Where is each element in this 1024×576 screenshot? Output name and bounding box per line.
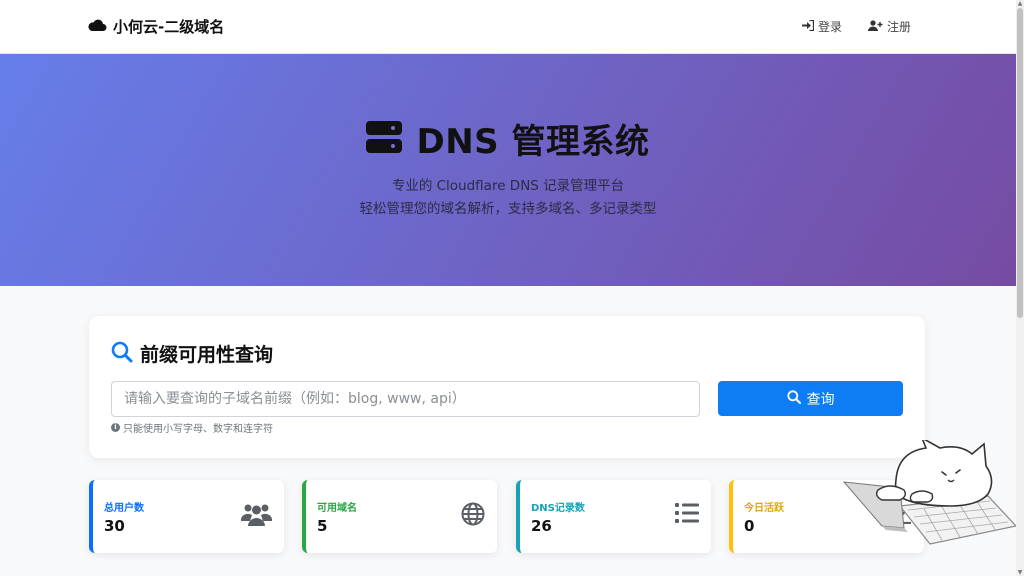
hint-text: 只能使用小写字母、数字和连字符 bbox=[123, 424, 273, 435]
stat-value: 26 bbox=[531, 517, 552, 535]
prefix-search-card: 前缀可用性查询 查询 i 只能使用小写字母、数字和连字符 bbox=[89, 316, 925, 458]
list-icon bbox=[675, 502, 699, 528]
card-title: 前缀可用性查询 bbox=[140, 344, 274, 366]
page-scrollbar[interactable]: ▲ ▼ bbox=[1016, 0, 1024, 576]
server-icon bbox=[366, 120, 403, 157]
cloud-icon bbox=[87, 17, 107, 36]
stat-value: 0 bbox=[744, 517, 755, 535]
hero-banner: DNS 管理系统 专业的 Cloudflare DNS 记录管理平台 轻松管理您… bbox=[0, 54, 1016, 286]
register-link[interactable]: 注册 bbox=[867, 18, 911, 35]
stat-label: 可用域名 bbox=[317, 503, 357, 514]
prefix-search-input[interactable] bbox=[111, 381, 700, 417]
brand-name: 小何云-二级域名 bbox=[113, 18, 225, 36]
scrollbar-thumb[interactable] bbox=[1017, 8, 1023, 318]
search-icon bbox=[111, 341, 133, 367]
user-plus-icon bbox=[867, 19, 883, 34]
scroll-down-arrow-icon[interactable]: ▼ bbox=[1016, 569, 1024, 576]
hero-title: DNS 管理系统 bbox=[416, 122, 650, 162]
stat-value: 30 bbox=[104, 517, 125, 535]
hero-subtitle-line2: 轻松管理您的域名解析，支持多域名、多记录类型 bbox=[359, 201, 657, 217]
scroll-up-arrow-icon[interactable]: ▲ bbox=[1016, 0, 1024, 7]
stat-label: 今日活跃 bbox=[744, 503, 784, 514]
stat-card-users: 总用户数 30 bbox=[89, 480, 284, 553]
login-link[interactable]: 登录 bbox=[801, 18, 842, 35]
hero-subtitle-line1: 专业的 Cloudflare DNS 记录管理平台 bbox=[391, 178, 625, 194]
search-button[interactable]: 查询 bbox=[718, 381, 903, 416]
globe-icon bbox=[461, 502, 485, 530]
login-label: 登录 bbox=[817, 20, 842, 34]
stat-card-domains: 可用域名 5 bbox=[302, 480, 497, 553]
input-hint: i 只能使用小写字母、数字和连字符 bbox=[111, 420, 273, 435]
register-label: 注册 bbox=[886, 20, 911, 34]
info-icon: i bbox=[111, 423, 120, 432]
stat-value: 5 bbox=[317, 517, 328, 535]
cat-keyboard-mascot-icon bbox=[838, 436, 1018, 550]
stat-label: DNS记录数 bbox=[531, 503, 585, 514]
navbar: 小何云-二级域名 登录 注册 bbox=[0, 0, 1016, 54]
users-icon bbox=[241, 502, 272, 530]
search-button-label: 查询 bbox=[806, 391, 835, 408]
search-button-icon bbox=[786, 389, 801, 408]
stat-card-dns-records: DNS记录数 26 bbox=[516, 480, 711, 553]
sign-in-icon bbox=[801, 19, 815, 34]
brand[interactable]: 小何云-二级域名 bbox=[87, 16, 224, 37]
stat-label: 总用户数 bbox=[104, 503, 144, 514]
